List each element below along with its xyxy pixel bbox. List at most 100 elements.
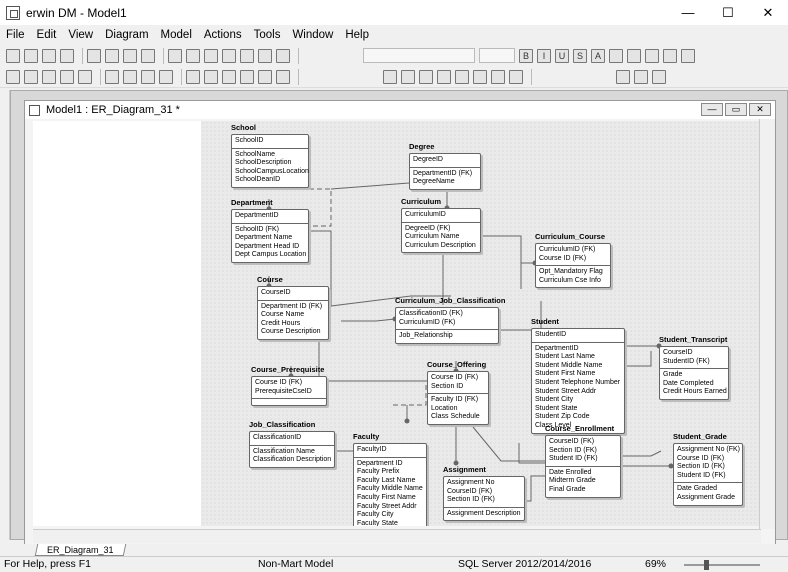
entity-student_grade[interactable]: Assignment No (FK) Course ID (FK) Section … <box>673 443 743 506</box>
identifying-rel-icon[interactable] <box>222 48 236 63</box>
save-icon[interactable] <box>42 48 56 63</box>
menu-tools[interactable]: Tools <box>254 29 281 41</box>
entity-department[interactable]: DepartmentID SchoolID (FK) Department Name… <box>231 209 309 263</box>
entity-level-icon[interactable] <box>240 69 254 84</box>
line-dash-icon[interactable] <box>663 48 677 63</box>
menu-model[interactable]: Model <box>161 29 192 41</box>
line-weight-icon[interactable] <box>681 48 695 63</box>
layout-icon[interactable] <box>276 69 290 84</box>
menu-diagram[interactable]: Diagram <box>105 29 148 41</box>
underline-icon[interactable]: U <box>555 48 569 63</box>
bold-icon[interactable]: B <box>519 48 533 63</box>
many-to-many-icon[interactable] <box>258 48 272 63</box>
menu-edit[interactable]: Edit <box>37 29 57 41</box>
new-icon[interactable] <box>6 48 20 63</box>
zoom-in-icon[interactable] <box>123 69 137 84</box>
entity-job_classification[interactable]: ClassificationID Classification Name Class… <box>249 431 335 468</box>
entity-course_enrollment[interactable]: CourseID (FK) Section ID (FK) Student ID (… <box>545 435 621 498</box>
key-attribute: Course ID (FK) <box>539 254 587 262</box>
arrange-icon[interactable] <box>419 69 433 84</box>
bridge-icon[interactable] <box>509 69 523 84</box>
bookmark-icon[interactable] <box>78 69 92 84</box>
vertical-scrollbar[interactable] <box>759 119 775 529</box>
find-icon[interactable] <box>87 48 101 63</box>
fill-color-icon[interactable] <box>609 48 623 63</box>
reverse-engineer-icon[interactable] <box>652 69 666 84</box>
key-attribute: CourseID (FK) <box>447 487 493 495</box>
subject-area-icon[interactable] <box>42 69 56 84</box>
entity-curriculum_course[interactable]: CurriculumID (FK) Course ID (FK) Opt_Manda… <box>535 243 611 289</box>
refresh-icon[interactable] <box>491 69 505 84</box>
diagram-canvas[interactable]: School SchoolID SchoolName SchoolDescriptio… <box>201 121 761 526</box>
entity-student_transcript[interactable]: CourseID StudentID (FK) Grade Date Complete… <box>659 346 729 400</box>
report-icon[interactable] <box>105 48 119 63</box>
child-minimize-button[interactable]: — <box>701 103 723 116</box>
entity-assignment[interactable]: Assignment No CourseID (FK) Section ID (FK… <box>443 476 525 522</box>
entity-cjc[interactable]: ClassificationID (FK) CurriculumID (FK) Jo… <box>395 307 499 344</box>
strikethrough-icon[interactable]: S <box>573 48 587 63</box>
entity-course[interactable]: CourseID Department ID (FK) Course Name Cre… <box>257 286 329 340</box>
complete-compare-icon[interactable] <box>616 69 630 84</box>
attribute: Faculty ID (FK) <box>431 396 479 404</box>
maximize-button[interactable]: ☐ <box>708 0 748 25</box>
attribute-level-icon[interactable] <box>204 69 218 84</box>
navigate-icon[interactable] <box>473 69 487 84</box>
menu-view[interactable]: View <box>68 29 93 41</box>
attribute: SchoolCampusLocation <box>235 167 309 175</box>
menu-help[interactable]: Help <box>345 29 369 41</box>
undo-icon[interactable] <box>123 48 137 63</box>
print-icon[interactable] <box>60 48 74 63</box>
menu-window[interactable]: Window <box>292 29 333 41</box>
close-button[interactable]: ✕ <box>748 0 788 25</box>
window-title: erwin DM - Model1 <box>26 5 127 20</box>
non-identifying-rel-icon[interactable] <box>240 48 254 63</box>
entity-student[interactable]: StudentID DepartmentID Student Last Name St… <box>531 328 625 434</box>
child-restore-button[interactable]: ▭ <box>725 103 747 116</box>
subtype-icon[interactable] <box>276 48 290 63</box>
menu-actions[interactable]: Actions <box>204 29 242 41</box>
pointer-icon[interactable] <box>168 48 182 63</box>
line-color-icon[interactable] <box>627 48 641 63</box>
key-level-icon[interactable] <box>222 69 236 84</box>
zoom-out-icon[interactable] <box>105 69 119 84</box>
model-explorer-icon[interactable] <box>24 69 38 84</box>
definition-level-icon[interactable] <box>258 69 272 84</box>
key-attribute: ClassificationID <box>253 434 302 441</box>
entity-curriculum[interactable]: CurriculumID DegreeID (FK) Curriculum Name… <box>401 208 481 254</box>
zoom-slider-thumb[interactable] <box>704 560 709 570</box>
entity-degree[interactable]: DegreeID DepartmentID (FK) DegreeName <box>409 153 481 190</box>
minimize-button[interactable]: — <box>668 0 708 25</box>
diagram-icon[interactable] <box>60 69 74 84</box>
entity-faculty[interactable]: FacultyID Department ID Faculty Prefix Facu… <box>353 443 427 526</box>
entity-course_prereq[interactable]: Course ID (FK) PrerequisiteCseID <box>251 376 327 407</box>
tab-er-diagram[interactable]: ER_Diagram_31 <box>34 544 126 556</box>
zoom-fit-icon[interactable] <box>6 69 20 84</box>
diagram-window-titlebar: Model1 : ER_Diagram_31 * — ▭ ✕ <box>25 101 775 119</box>
child-close-button[interactable]: ✕ <box>749 103 771 116</box>
attribute: Department Name <box>235 234 293 242</box>
group-icon[interactable] <box>437 69 451 84</box>
zoom-all-icon[interactable] <box>159 69 173 84</box>
menu-file[interactable]: File <box>6 29 25 41</box>
forward-engineer-icon[interactable] <box>634 69 648 84</box>
open-icon[interactable] <box>24 48 38 63</box>
distribute-icon[interactable] <box>401 69 415 84</box>
entity-course_offering[interactable]: Course ID (FK) Section ID Faculty ID (FK) L… <box>427 371 489 425</box>
font-name-combo[interactable] <box>363 48 475 63</box>
key-attribute: CourseID (FK) <box>549 438 595 445</box>
zoom-slider-track[interactable] <box>684 564 760 566</box>
italic-icon[interactable]: I <box>537 48 551 63</box>
horizontal-scrollbar[interactable] <box>33 529 761 543</box>
display-level-icon[interactable] <box>186 69 200 84</box>
order-icon[interactable] <box>455 69 469 84</box>
align-icon[interactable] <box>383 69 397 84</box>
font-color-icon[interactable]: A <box>591 48 605 63</box>
zoom-icon[interactable] <box>141 69 155 84</box>
view-icon[interactable] <box>204 48 218 63</box>
redo-icon[interactable] <box>141 48 155 63</box>
entity-school[interactable]: SchoolID SchoolName SchoolDescription Schoo… <box>231 134 309 188</box>
diagram-window-title: Model1 : ER_Diagram_31 * <box>46 104 180 116</box>
entity-icon[interactable] <box>186 48 200 63</box>
line-style-icon[interactable] <box>645 48 659 63</box>
font-size-combo[interactable] <box>479 48 515 63</box>
